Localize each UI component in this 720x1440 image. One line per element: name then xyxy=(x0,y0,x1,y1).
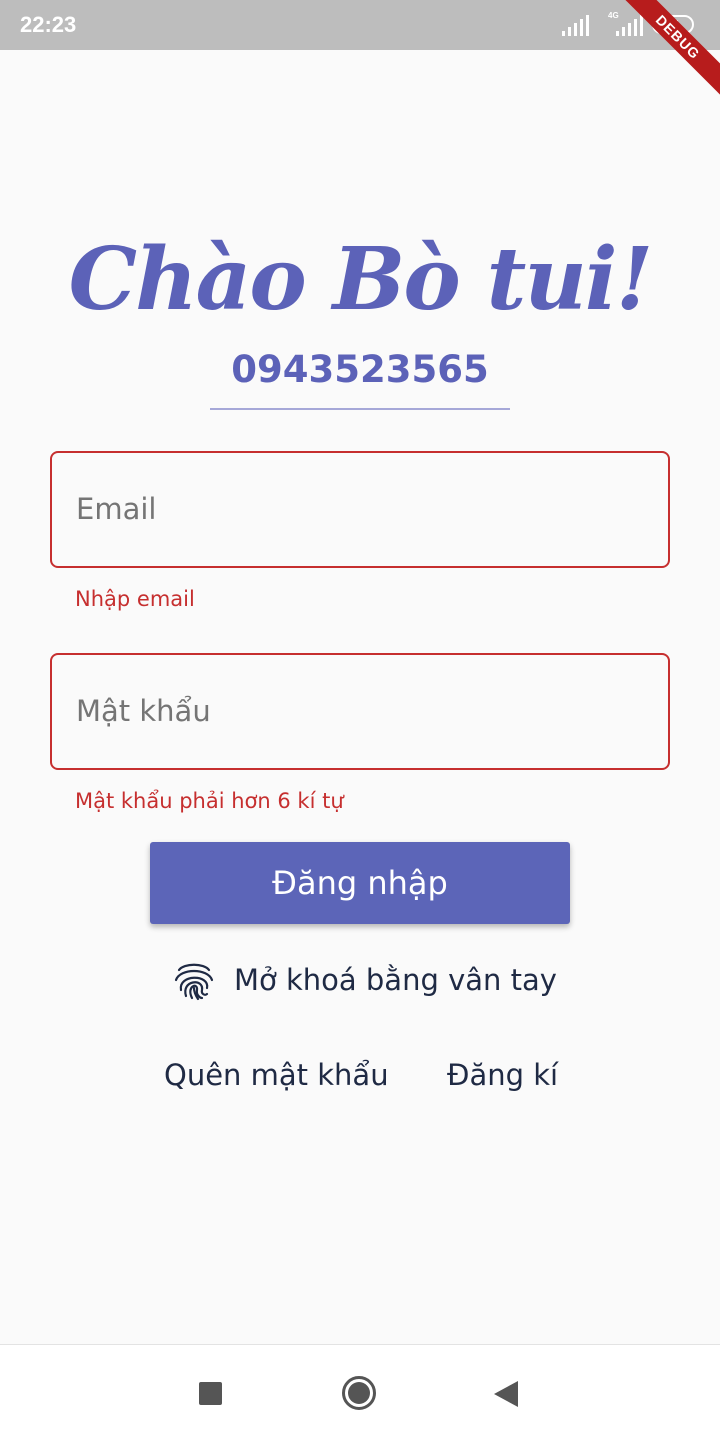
register-link[interactable]: Đăng kí xyxy=(447,1055,558,1095)
password-placeholder: Mật khẩu xyxy=(76,694,211,728)
fingerprint-unlock-button[interactable]: Mở khoá bằng vân tay xyxy=(172,952,572,1008)
status-bar: 22:23 4G 61 xyxy=(0,0,720,50)
fingerprint-icon xyxy=(174,963,214,1001)
signal-strength-icon-2 xyxy=(616,15,643,36)
password-field[interactable]: Mật khẩu xyxy=(50,653,670,770)
login-button[interactable]: Đăng nhập xyxy=(150,842,570,924)
fingerprint-unlock-label: Mở khoá bằng vân tay xyxy=(234,963,557,997)
recent-apps-icon[interactable] xyxy=(199,1382,222,1405)
greeting-title: Chào Bò tui! xyxy=(68,229,654,330)
forgot-password-link[interactable]: Quên mật khẩu xyxy=(164,1055,389,1095)
signal-strength-icon xyxy=(562,15,589,36)
back-icon[interactable] xyxy=(494,1381,518,1407)
phone-number-text: 0943523565 xyxy=(231,348,489,391)
password-error-text: Mật khẩu phải hơn 6 kí tự xyxy=(75,789,344,813)
email-field[interactable]: Email xyxy=(50,451,670,568)
email-error-text: Nhập email xyxy=(75,587,195,611)
status-time: 22:23 xyxy=(20,12,77,37)
phone-number-display: 0943523565 xyxy=(210,340,510,410)
navigation-bar xyxy=(0,1344,720,1440)
home-icon[interactable] xyxy=(341,1375,377,1411)
email-placeholder: Email xyxy=(76,492,157,526)
